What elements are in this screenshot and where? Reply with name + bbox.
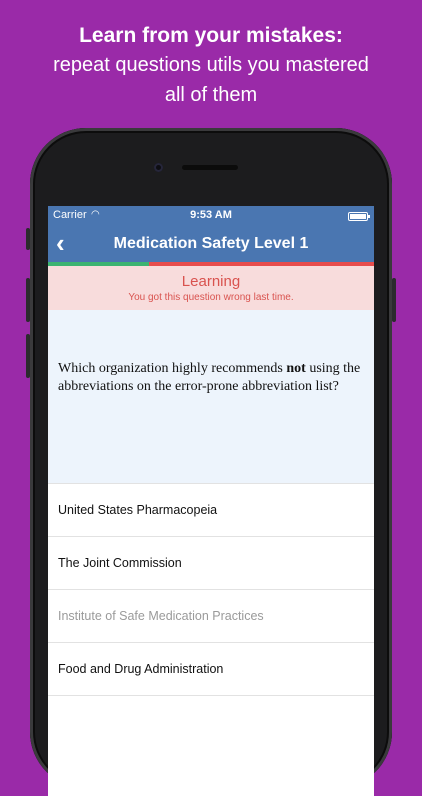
- earpiece-speaker: [182, 165, 238, 170]
- status-bar: Carrier ◠ 9:53 AM: [48, 206, 374, 226]
- nav-bar: ‹ Medication Safety Level 1: [48, 226, 374, 262]
- answer-option-3[interactable]: Institute of Safe Medication Practices: [48, 590, 374, 643]
- page-title: Medication Safety Level 1: [113, 235, 309, 252]
- answer-label: Food and Drug Administration: [58, 662, 224, 676]
- learning-status-banner: Learning You got this question wrong las…: [48, 266, 374, 310]
- answer-option-4[interactable]: Food and Drug Administration: [48, 643, 374, 696]
- promo-line-3: all of them: [164, 84, 258, 106]
- front-camera: [154, 163, 163, 172]
- question-emphasis: not: [286, 361, 306, 376]
- phone-frame: Carrier ◠ 9:53 AM ‹ Medication Safety Le…: [26, 128, 396, 796]
- promo-line-2: repeat questions utils you mastered: [53, 54, 369, 76]
- volume-down-button: [26, 334, 30, 378]
- answer-label: United States Pharmacopeia: [58, 503, 218, 517]
- question-text: Which organization highly recommends not…: [58, 360, 364, 396]
- status-message: You got this question wrong last time.: [128, 292, 294, 303]
- mute-switch: [26, 228, 30, 250]
- question-panel: Which organization highly recommends not…: [48, 310, 374, 483]
- answer-option-1[interactable]: United States Pharmacopeia: [48, 484, 374, 537]
- clock: 9:53 AM: [190, 209, 232, 221]
- promo-headline: Learn from your mistakes:: [79, 24, 343, 47]
- answer-label: The Joint Commission: [58, 556, 182, 570]
- answer-list: United States Pharmacopeia The Joint Com…: [48, 483, 374, 696]
- answer-label: Institute of Safe Medication Practices: [58, 609, 264, 623]
- answer-option-2[interactable]: The Joint Commission: [48, 537, 374, 590]
- battery-icon: [348, 212, 370, 221]
- promo-header: Learn from your mistakes: repeat questio…: [0, 22, 422, 110]
- app-screen: Carrier ◠ 9:53 AM ‹ Medication Safety Le…: [48, 206, 374, 796]
- power-button: [392, 278, 396, 322]
- status-label: Learning: [181, 273, 241, 290]
- question-text-start: Which organization highly recommends: [58, 361, 287, 376]
- volume-up-button: [26, 278, 30, 322]
